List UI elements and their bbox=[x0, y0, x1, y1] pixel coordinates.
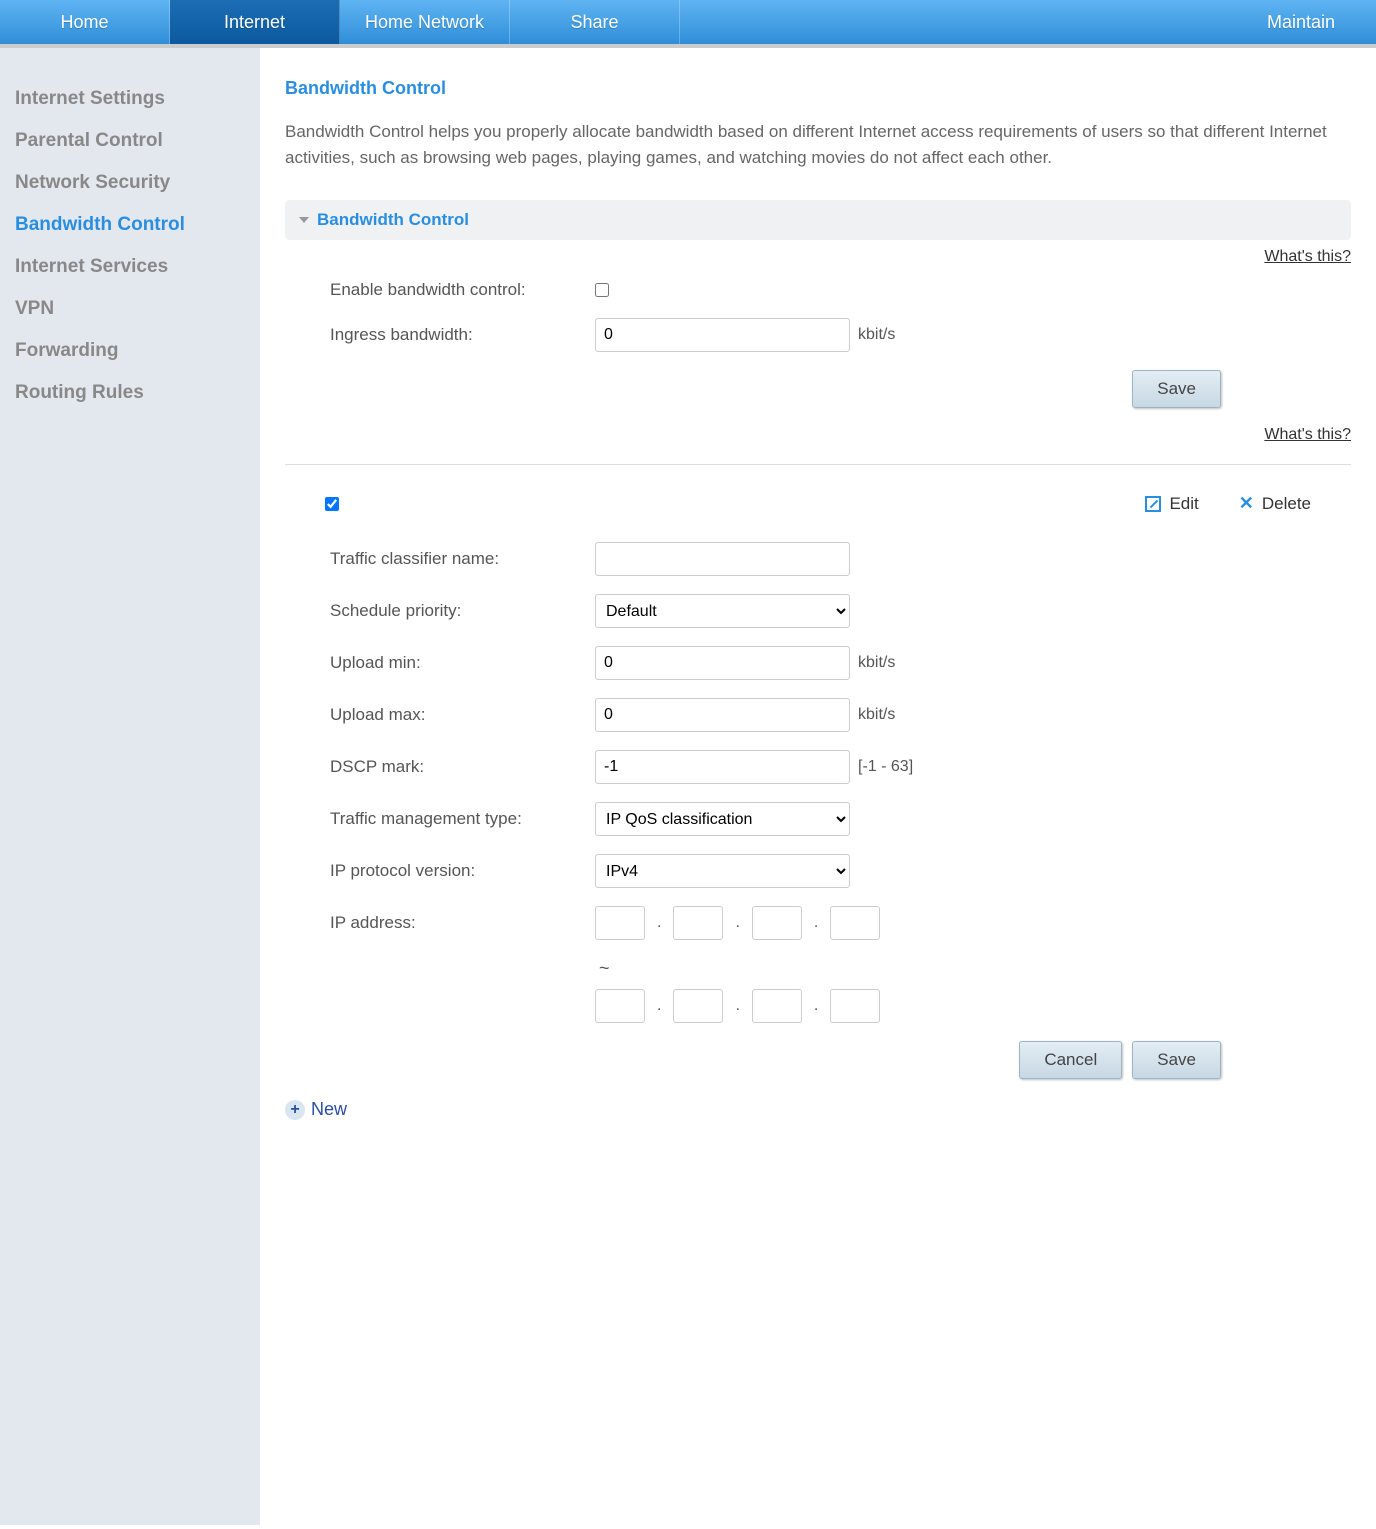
name-label: Traffic classifier name: bbox=[285, 549, 595, 569]
nav-home[interactable]: Home bbox=[0, 0, 170, 44]
whats-this-link-2[interactable]: What's this? bbox=[1264, 426, 1351, 443]
ingress-unit: kbit/s bbox=[858, 326, 895, 344]
ip-to-oct3[interactable] bbox=[752, 989, 802, 1023]
ip-to-oct2[interactable] bbox=[673, 989, 723, 1023]
panel-header[interactable]: Bandwidth Control bbox=[285, 200, 1351, 240]
plus-icon: + bbox=[285, 1100, 305, 1120]
sidebar-item-routing-rules[interactable]: Routing Rules bbox=[15, 372, 245, 414]
sidebar-item-internet-services[interactable]: Internet Services bbox=[15, 246, 245, 288]
dscp-label: DSCP mark: bbox=[285, 757, 595, 777]
priority-label: Schedule priority: bbox=[285, 601, 595, 621]
tmt-select[interactable]: IP QoS classification bbox=[595, 802, 850, 836]
enable-label: Enable bandwidth control: bbox=[285, 280, 595, 300]
upmin-label: Upload min: bbox=[285, 653, 595, 673]
page-title: Bandwidth Control bbox=[285, 78, 1351, 99]
edit-label: Edit bbox=[1169, 494, 1198, 514]
close-icon: ✕ bbox=[1239, 493, 1254, 514]
ip-from-oct3[interactable] bbox=[752, 906, 802, 940]
divider bbox=[285, 464, 1351, 465]
tmt-label: Traffic management type: bbox=[285, 809, 595, 829]
ipver-select[interactable]: IPv4 bbox=[595, 854, 850, 888]
upmax-label: Upload max: bbox=[285, 705, 595, 725]
priority-select[interactable]: Default bbox=[595, 594, 850, 628]
enable-checkbox[interactable] bbox=[595, 283, 609, 297]
upmin-unit: kbit/s bbox=[858, 654, 895, 672]
nav-maintain[interactable]: Maintain bbox=[1226, 0, 1376, 44]
sidebar: Internet Settings Parental Control Netwo… bbox=[0, 48, 260, 1525]
ipver-label: IP protocol version: bbox=[285, 861, 595, 881]
upmax-input[interactable] bbox=[595, 698, 850, 732]
whats-this-link-1[interactable]: What's this? bbox=[1264, 248, 1351, 265]
sidebar-item-bandwidth-control[interactable]: Bandwidth Control bbox=[15, 204, 245, 246]
ip-to-oct1[interactable] bbox=[595, 989, 645, 1023]
top-nav: Home Internet Home Network Share Maintai… bbox=[0, 0, 1376, 48]
chevron-down-icon bbox=[299, 217, 309, 223]
dscp-range: [-1 - 63] bbox=[858, 758, 913, 776]
sidebar-item-parental-control[interactable]: Parental Control bbox=[15, 120, 245, 162]
sidebar-item-network-security[interactable]: Network Security bbox=[15, 162, 245, 204]
ip-from-oct1[interactable] bbox=[595, 906, 645, 940]
nav-share[interactable]: Share bbox=[510, 0, 680, 44]
ip-from-oct2[interactable] bbox=[673, 906, 723, 940]
sidebar-item-internet-settings[interactable]: Internet Settings bbox=[15, 78, 245, 120]
nav-home-network[interactable]: Home Network bbox=[340, 0, 510, 44]
save-button-rule[interactable]: Save bbox=[1132, 1041, 1221, 1079]
ip-to-oct4[interactable] bbox=[830, 989, 880, 1023]
ipaddr-label: IP address: bbox=[285, 913, 595, 933]
page-description: Bandwidth Control helps you properly all… bbox=[285, 119, 1351, 170]
ingress-input[interactable] bbox=[595, 318, 850, 352]
save-button-basic[interactable]: Save bbox=[1132, 370, 1221, 408]
panel-title: Bandwidth Control bbox=[317, 210, 469, 230]
nav-spacer bbox=[680, 0, 1226, 44]
ingress-label: Ingress bandwidth: bbox=[285, 325, 595, 345]
sidebar-item-vpn[interactable]: VPN bbox=[15, 288, 245, 330]
delete-button[interactable]: ✕ Delete bbox=[1239, 493, 1311, 514]
edit-icon bbox=[1145, 496, 1161, 512]
new-button[interactable]: + New bbox=[285, 1099, 1351, 1120]
name-input[interactable] bbox=[595, 542, 850, 576]
upmin-input[interactable] bbox=[595, 646, 850, 680]
delete-label: Delete bbox=[1262, 494, 1311, 514]
cancel-button[interactable]: Cancel bbox=[1019, 1041, 1122, 1079]
dscp-input[interactable] bbox=[595, 750, 850, 784]
rule-toolbar: Edit ✕ Delete bbox=[285, 485, 1351, 522]
main-content: Bandwidth Control Bandwidth Control help… bbox=[260, 48, 1376, 1525]
rule-checkbox[interactable] bbox=[325, 497, 339, 511]
ip-range-tilde: ~ bbox=[289, 958, 1351, 979]
edit-button[interactable]: Edit bbox=[1145, 494, 1198, 514]
new-label: New bbox=[311, 1099, 347, 1120]
nav-internet[interactable]: Internet bbox=[170, 0, 340, 44]
sidebar-item-forwarding[interactable]: Forwarding bbox=[15, 330, 245, 372]
ip-from-oct4[interactable] bbox=[830, 906, 880, 940]
upmax-unit: kbit/s bbox=[858, 706, 895, 724]
